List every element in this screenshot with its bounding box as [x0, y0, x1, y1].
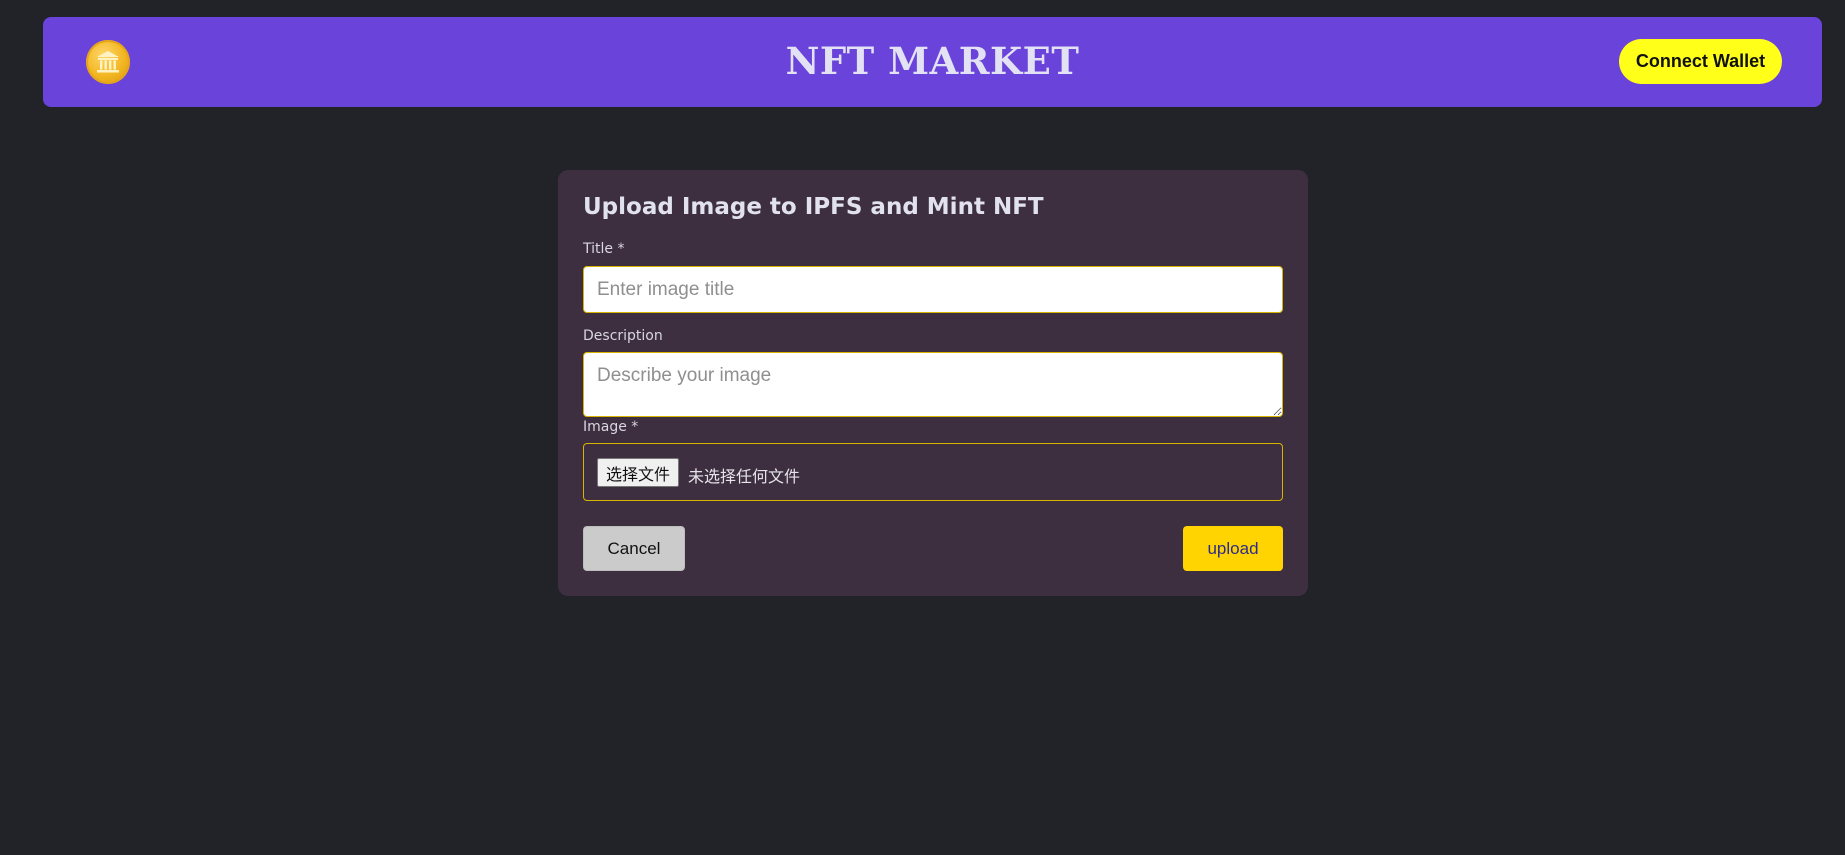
upload-button[interactable]: upload [1183, 526, 1283, 571]
title-label: Title * [583, 241, 625, 257]
title-input[interactable] [583, 266, 1283, 313]
connect-wallet-button[interactable]: Connect Wallet [1619, 39, 1782, 84]
form-heading: Upload Image to IPFS and Mint NFT [583, 194, 1044, 220]
cancel-button[interactable]: Cancel [583, 526, 685, 571]
file-status-text: 未选择任何文件 [688, 467, 801, 486]
image-file-input[interactable]: 选择文件 未选择任何文件 [583, 443, 1283, 501]
image-label: Image * [583, 419, 639, 435]
site-title: NFT MARKET [785, 39, 1080, 83]
top-navbar: NFT MARKET Connect Wallet [43, 17, 1822, 107]
description-label: Description [583, 328, 663, 344]
description-textarea[interactable] [583, 352, 1283, 417]
upload-form-card: Upload Image to IPFS and Mint NFT Title … [558, 170, 1308, 596]
choose-file-button[interactable]: 选择文件 [597, 458, 680, 487]
